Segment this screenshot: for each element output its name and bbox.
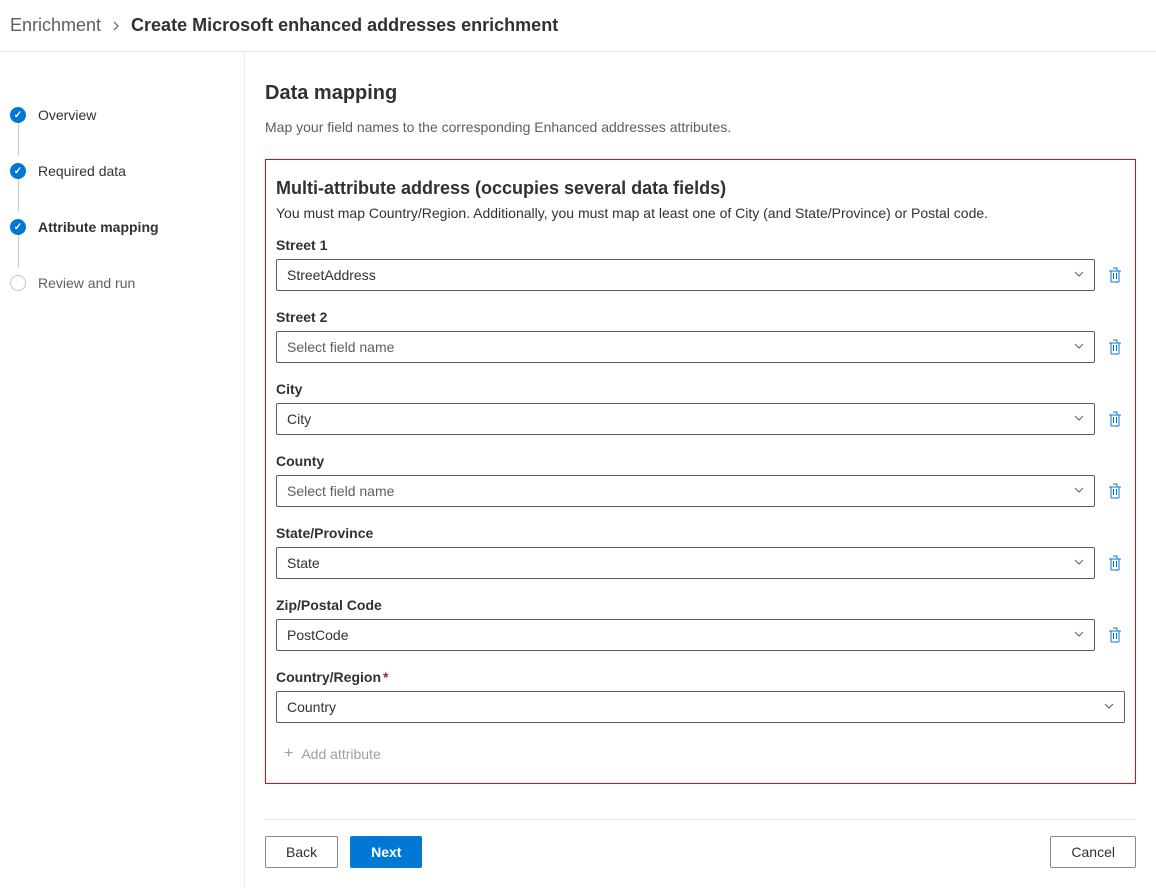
step-label: Attribute mapping	[38, 219, 159, 235]
field-group: Street 1 StreetAddress	[276, 237, 1125, 291]
field-row: State	[276, 547, 1125, 579]
field-row: City	[276, 403, 1125, 435]
field-label: County	[276, 453, 1125, 469]
select-wrapper: StreetAddress	[276, 259, 1095, 291]
footer-actions: Back Next Cancel	[265, 819, 1136, 868]
step-required-data[interactable]: Required data	[10, 143, 244, 199]
field-row: Select field name	[276, 331, 1125, 363]
field-select[interactable]: Select field name	[276, 331, 1095, 363]
field-select[interactable]: Country	[276, 691, 1125, 723]
field-row: Country	[276, 691, 1125, 723]
page-description: Map your field names to the correspondin…	[265, 119, 1136, 135]
delete-field-button[interactable]	[1105, 409, 1125, 429]
delete-field-button[interactable]	[1105, 625, 1125, 645]
content-area: Data mapping Map your field names to the…	[245, 52, 1156, 888]
trash-icon	[1108, 627, 1122, 643]
step-label: Review and run	[38, 275, 135, 291]
trash-icon	[1108, 555, 1122, 571]
select-wrapper: State	[276, 547, 1095, 579]
trash-icon	[1108, 411, 1122, 427]
box-title: Multi-attribute address (occupies severa…	[276, 178, 1125, 199]
step-review-run[interactable]: Review and run	[10, 255, 244, 311]
select-wrapper: City	[276, 403, 1095, 435]
next-button[interactable]: Next	[350, 836, 422, 868]
add-attribute-label: Add attribute	[301, 746, 380, 762]
step-attribute-mapping[interactable]: Attribute mapping	[10, 199, 244, 255]
multi-attribute-box: Multi-attribute address (occupies severa…	[265, 159, 1136, 784]
breadcrumb-parent[interactable]: Enrichment	[10, 15, 101, 36]
field-label: Country/Region*	[276, 669, 1125, 685]
cancel-button[interactable]: Cancel	[1050, 836, 1136, 868]
step-label: Required data	[38, 163, 126, 179]
field-group: City City	[276, 381, 1125, 435]
delete-field-button[interactable]	[1105, 337, 1125, 357]
field-label: Street 2	[276, 309, 1125, 325]
delete-field-button[interactable]	[1105, 553, 1125, 573]
step-indicator-completed-icon	[10, 163, 26, 179]
required-indicator: *	[383, 669, 388, 685]
add-attribute-button[interactable]: + Add attribute	[276, 741, 381, 763]
field-row: StreetAddress	[276, 259, 1125, 291]
field-label: Zip/Postal Code	[276, 597, 1125, 613]
field-select[interactable]: Select field name	[276, 475, 1095, 507]
field-row: Select field name	[276, 475, 1125, 507]
field-select[interactable]: State	[276, 547, 1095, 579]
select-wrapper: Select field name	[276, 475, 1095, 507]
step-overview[interactable]: Overview	[10, 87, 244, 143]
field-row: PostCode	[276, 619, 1125, 651]
field-label: State/Province	[276, 525, 1125, 541]
field-label: City	[276, 381, 1125, 397]
breadcrumb: Enrichment Create Microsoft enhanced add…	[0, 0, 1156, 52]
step-indicator-completed-icon	[10, 219, 26, 235]
step-indicator-completed-icon	[10, 107, 26, 123]
field-group: Country/Region* Country	[276, 669, 1125, 723]
field-select[interactable]: City	[276, 403, 1095, 435]
field-group: County Select field name	[276, 453, 1125, 507]
step-label: Overview	[38, 107, 96, 123]
box-description: You must map Country/Region. Additionall…	[276, 205, 1125, 221]
field-label: Street 1	[276, 237, 1125, 253]
trash-icon	[1108, 267, 1122, 283]
field-select[interactable]: StreetAddress	[276, 259, 1095, 291]
field-select[interactable]: PostCode	[276, 619, 1095, 651]
field-group: State/Province State	[276, 525, 1125, 579]
select-wrapper: Country	[276, 691, 1125, 723]
delete-field-button[interactable]	[1105, 481, 1125, 501]
step-indicator-pending-icon	[10, 275, 26, 291]
delete-field-button[interactable]	[1105, 265, 1125, 285]
breadcrumb-current: Create Microsoft enhanced addresses enri…	[131, 15, 558, 36]
trash-icon	[1108, 339, 1122, 355]
main-layout: Overview Required data Attribute mapping…	[0, 52, 1156, 888]
back-button[interactable]: Back	[265, 836, 338, 868]
select-wrapper: Select field name	[276, 331, 1095, 363]
select-wrapper: PostCode	[276, 619, 1095, 651]
chevron-right-icon	[111, 18, 121, 34]
trash-icon	[1108, 483, 1122, 499]
field-group: Street 2 Select field name	[276, 309, 1125, 363]
page-title: Data mapping	[265, 82, 1136, 105]
wizard-steps: Overview Required data Attribute mapping…	[0, 52, 245, 888]
field-group: Zip/Postal Code PostCode	[276, 597, 1125, 651]
plus-icon: +	[284, 745, 293, 763]
